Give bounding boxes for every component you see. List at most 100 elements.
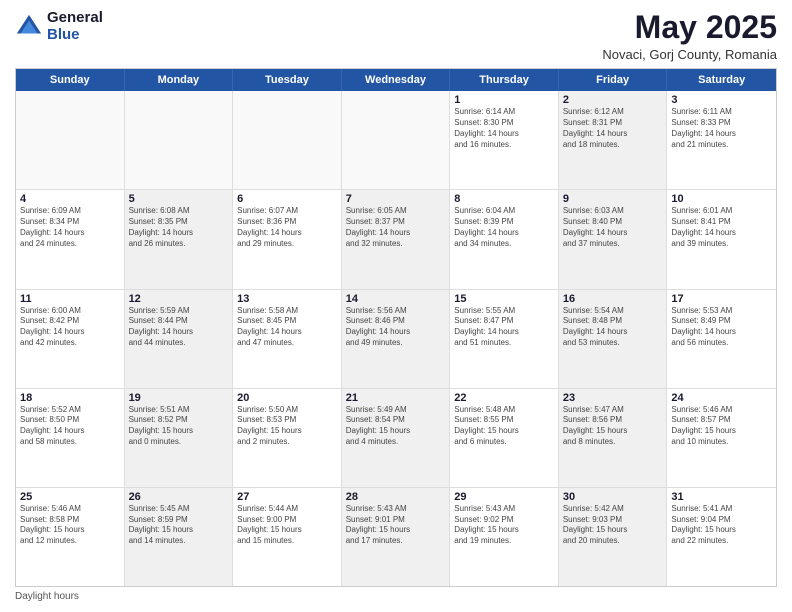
- day-number: 25: [20, 491, 120, 503]
- day-info: Sunrise: 5:52 AMSunset: 8:50 PMDaylight:…: [20, 405, 120, 448]
- weekday-header: Saturday: [667, 69, 776, 91]
- day-number: 10: [671, 193, 772, 205]
- day-info: Sunrise: 5:42 AMSunset: 9:03 PMDaylight:…: [563, 504, 663, 547]
- day-info: Sunrise: 6:00 AMSunset: 8:42 PMDaylight:…: [20, 306, 120, 349]
- calendar-cell: 21Sunrise: 5:49 AMSunset: 8:54 PMDayligh…: [342, 389, 451, 487]
- calendar-cell: 5Sunrise: 6:08 AMSunset: 8:35 PMDaylight…: [125, 190, 234, 288]
- day-info: Sunrise: 5:59 AMSunset: 8:44 PMDaylight:…: [129, 306, 229, 349]
- calendar-cell: 29Sunrise: 5:43 AMSunset: 9:02 PMDayligh…: [450, 488, 559, 586]
- day-number: 2: [563, 94, 663, 106]
- day-info: Sunrise: 5:43 AMSunset: 9:02 PMDaylight:…: [454, 504, 554, 547]
- calendar-cell: 30Sunrise: 5:42 AMSunset: 9:03 PMDayligh…: [559, 488, 668, 586]
- day-number: 23: [563, 392, 663, 404]
- calendar-cell: 20Sunrise: 5:50 AMSunset: 8:53 PMDayligh…: [233, 389, 342, 487]
- logo-general: General: [47, 10, 103, 27]
- calendar-cell: 11Sunrise: 6:00 AMSunset: 8:42 PMDayligh…: [16, 290, 125, 388]
- day-info: Sunrise: 5:47 AMSunset: 8:56 PMDaylight:…: [563, 405, 663, 448]
- day-number: 14: [346, 293, 446, 305]
- day-info: Sunrise: 5:56 AMSunset: 8:46 PMDaylight:…: [346, 306, 446, 349]
- day-number: 7: [346, 193, 446, 205]
- calendar-row: 18Sunrise: 5:52 AMSunset: 8:50 PMDayligh…: [16, 388, 776, 487]
- day-info: Sunrise: 5:53 AMSunset: 8:49 PMDaylight:…: [671, 306, 772, 349]
- day-number: 6: [237, 193, 337, 205]
- day-number: 28: [346, 491, 446, 503]
- day-info: Sunrise: 5:46 AMSunset: 8:58 PMDaylight:…: [20, 504, 120, 547]
- weekday-header: Thursday: [450, 69, 559, 91]
- calendar-cell: [125, 91, 234, 189]
- day-number: 20: [237, 392, 337, 404]
- calendar-cell: 10Sunrise: 6:01 AMSunset: 8:41 PMDayligh…: [667, 190, 776, 288]
- calendar-row: 4Sunrise: 6:09 AMSunset: 8:34 PMDaylight…: [16, 189, 776, 288]
- logo: General Blue: [15, 10, 103, 43]
- location-subtitle: Novaci, Gorj County, Romania: [602, 47, 777, 62]
- day-number: 18: [20, 392, 120, 404]
- calendar-cell: 9Sunrise: 6:03 AMSunset: 8:40 PMDaylight…: [559, 190, 668, 288]
- day-info: Sunrise: 6:09 AMSunset: 8:34 PMDaylight:…: [20, 206, 120, 249]
- footer-note: Daylight hours: [15, 591, 777, 602]
- calendar-cell: 3Sunrise: 6:11 AMSunset: 8:33 PMDaylight…: [667, 91, 776, 189]
- weekday-header: Friday: [559, 69, 668, 91]
- calendar-cell: 2Sunrise: 6:12 AMSunset: 8:31 PMDaylight…: [559, 91, 668, 189]
- day-info: Sunrise: 5:50 AMSunset: 8:53 PMDaylight:…: [237, 405, 337, 448]
- day-number: 13: [237, 293, 337, 305]
- calendar-cell: 8Sunrise: 6:04 AMSunset: 8:39 PMDaylight…: [450, 190, 559, 288]
- calendar-cell: 22Sunrise: 5:48 AMSunset: 8:55 PMDayligh…: [450, 389, 559, 487]
- calendar-cell: 17Sunrise: 5:53 AMSunset: 8:49 PMDayligh…: [667, 290, 776, 388]
- calendar-header: SundayMondayTuesdayWednesdayThursdayFrid…: [16, 69, 776, 91]
- calendar-row: 1Sunrise: 6:14 AMSunset: 8:30 PMDaylight…: [16, 91, 776, 189]
- day-number: 11: [20, 293, 120, 305]
- calendar-cell: 4Sunrise: 6:09 AMSunset: 8:34 PMDaylight…: [16, 190, 125, 288]
- day-info: Sunrise: 5:55 AMSunset: 8:47 PMDaylight:…: [454, 306, 554, 349]
- day-number: 27: [237, 491, 337, 503]
- day-info: Sunrise: 6:03 AMSunset: 8:40 PMDaylight:…: [563, 206, 663, 249]
- day-info: Sunrise: 5:43 AMSunset: 9:01 PMDaylight:…: [346, 504, 446, 547]
- page: General Blue May 2025 Novaci, Gorj Count…: [0, 0, 792, 612]
- day-number: 12: [129, 293, 229, 305]
- logo-blue: Blue: [47, 27, 103, 44]
- weekday-header: Wednesday: [342, 69, 451, 91]
- calendar: SundayMondayTuesdayWednesdayThursdayFrid…: [15, 68, 777, 587]
- day-number: 26: [129, 491, 229, 503]
- day-info: Sunrise: 6:04 AMSunset: 8:39 PMDaylight:…: [454, 206, 554, 249]
- calendar-cell: 31Sunrise: 5:41 AMSunset: 9:04 PMDayligh…: [667, 488, 776, 586]
- calendar-cell: 25Sunrise: 5:46 AMSunset: 8:58 PMDayligh…: [16, 488, 125, 586]
- calendar-cell: 16Sunrise: 5:54 AMSunset: 8:48 PMDayligh…: [559, 290, 668, 388]
- calendar-row: 11Sunrise: 6:00 AMSunset: 8:42 PMDayligh…: [16, 289, 776, 388]
- day-info: Sunrise: 6:01 AMSunset: 8:41 PMDaylight:…: [671, 206, 772, 249]
- day-info: Sunrise: 6:11 AMSunset: 8:33 PMDaylight:…: [671, 107, 772, 150]
- logo-icon: [15, 13, 43, 41]
- calendar-cell: 28Sunrise: 5:43 AMSunset: 9:01 PMDayligh…: [342, 488, 451, 586]
- day-number: 31: [671, 491, 772, 503]
- calendar-cell: [233, 91, 342, 189]
- day-number: 1: [454, 94, 554, 106]
- calendar-cell: 15Sunrise: 5:55 AMSunset: 8:47 PMDayligh…: [450, 290, 559, 388]
- day-info: Sunrise: 5:46 AMSunset: 8:57 PMDaylight:…: [671, 405, 772, 448]
- calendar-cell: 1Sunrise: 6:14 AMSunset: 8:30 PMDaylight…: [450, 91, 559, 189]
- day-info: Sunrise: 6:07 AMSunset: 8:36 PMDaylight:…: [237, 206, 337, 249]
- day-number: 21: [346, 392, 446, 404]
- calendar-cell: [342, 91, 451, 189]
- day-info: Sunrise: 6:08 AMSunset: 8:35 PMDaylight:…: [129, 206, 229, 249]
- calendar-cell: 23Sunrise: 5:47 AMSunset: 8:56 PMDayligh…: [559, 389, 668, 487]
- weekday-header: Sunday: [16, 69, 125, 91]
- day-info: Sunrise: 5:49 AMSunset: 8:54 PMDaylight:…: [346, 405, 446, 448]
- weekday-header: Tuesday: [233, 69, 342, 91]
- day-number: 4: [20, 193, 120, 205]
- calendar-cell: 6Sunrise: 6:07 AMSunset: 8:36 PMDaylight…: [233, 190, 342, 288]
- day-info: Sunrise: 6:05 AMSunset: 8:37 PMDaylight:…: [346, 206, 446, 249]
- header: General Blue May 2025 Novaci, Gorj Count…: [15, 10, 777, 62]
- day-info: Sunrise: 5:51 AMSunset: 8:52 PMDaylight:…: [129, 405, 229, 448]
- calendar-cell: 12Sunrise: 5:59 AMSunset: 8:44 PMDayligh…: [125, 290, 234, 388]
- day-info: Sunrise: 6:14 AMSunset: 8:30 PMDaylight:…: [454, 107, 554, 150]
- day-info: Sunrise: 5:58 AMSunset: 8:45 PMDaylight:…: [237, 306, 337, 349]
- month-title: May 2025: [602, 10, 777, 45]
- day-number: 30: [563, 491, 663, 503]
- weekday-header: Monday: [125, 69, 234, 91]
- day-number: 16: [563, 293, 663, 305]
- title-block: May 2025 Novaci, Gorj County, Romania: [602, 10, 777, 62]
- day-info: Sunrise: 5:44 AMSunset: 9:00 PMDaylight:…: [237, 504, 337, 547]
- daylight-label: Daylight hours: [15, 591, 79, 602]
- calendar-cell: 14Sunrise: 5:56 AMSunset: 8:46 PMDayligh…: [342, 290, 451, 388]
- day-info: Sunrise: 5:41 AMSunset: 9:04 PMDaylight:…: [671, 504, 772, 547]
- logo-text: General Blue: [47, 10, 103, 43]
